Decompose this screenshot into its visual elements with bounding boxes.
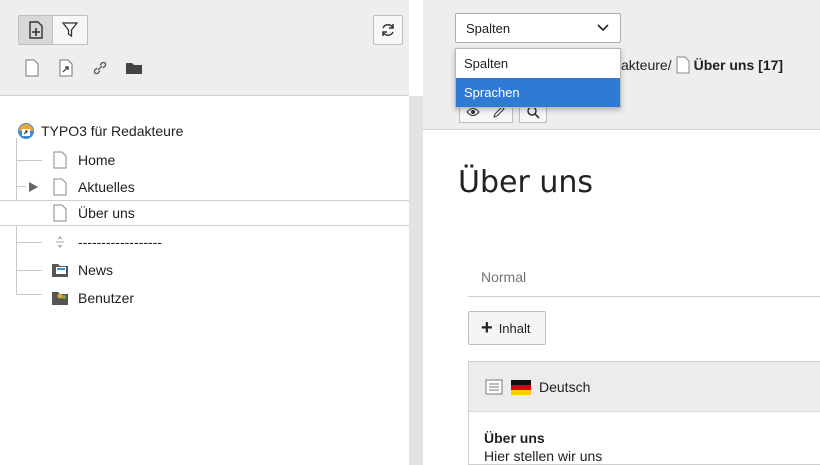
page-tree-toolbar [0,0,409,96]
breadcrumb-current: Über uns [17] [693,57,784,73]
breadcrumb-path[interactable]: akteure/ [621,57,672,73]
column-label: Normal [481,269,527,285]
page-module-panel: Spalten akteure/ Über uns [17] Spalten S… [423,0,820,465]
tree-root[interactable]: TYPO3 für Redakteure [0,118,409,144]
tree-item-benutzer[interactable]: Benutzer [0,285,409,311]
tree-item-label: Home [78,152,116,168]
view-option-sprachen[interactable]: Sprachen [456,78,620,107]
tree-item-label: Über uns [78,205,135,221]
refresh-icon [382,24,394,36]
tree-item-ueber-uns[interactable]: Über uns [0,200,409,226]
folder-icon[interactable] [124,58,144,78]
add-content-label: Inhalt [498,320,531,336]
site-root-icon [18,123,34,139]
tree-item-home[interactable]: Home [0,147,409,173]
tree-toolbar-button-group [18,15,88,45]
content-element-header: Deutsch [469,362,820,412]
page-title: Über uns [458,165,593,200]
add-content-button[interactable]: + Inhalt [468,311,546,345]
page-icon [676,56,690,74]
tree-item-news[interactable]: News [0,257,409,283]
content-element-body[interactable]: Über uns Hier stellen wir uns [469,412,820,464]
view-mode-select-value: Spalten [466,20,511,36]
view-option-spalten[interactable]: Spalten [456,49,620,78]
text-element-icon [485,379,503,394]
tree-root-label: TYPO3 für Redakteure [41,123,184,139]
tree-item-label: Benutzer [78,290,135,306]
content-title: Über uns [484,430,545,446]
page-type-icons [22,58,144,78]
page-icon [53,151,67,169]
language-label: Deutsch [539,378,591,395]
new-page-button[interactable] [19,16,54,44]
tree-item-label: News [78,262,114,278]
shortcut-page-icon[interactable] [56,58,76,78]
tree-item-label: ------------------ [78,234,162,250]
user-folder-icon [52,292,68,305]
column-divider [468,296,820,297]
link-icon[interactable] [90,58,110,78]
page-tree-panel: TYPO3 für Redakteure Home Aktuelles Über… [0,0,409,465]
filter-icon [62,22,78,38]
german-flag-icon [511,379,531,395]
tree-item-spacer[interactable]: ------------------ [0,229,409,255]
new-page-icon [28,21,43,39]
chevron-down-icon [597,24,609,32]
refresh-tree-button[interactable] [373,15,403,45]
news-folder-icon [52,264,68,277]
expand-arrow-icon[interactable] [28,181,40,193]
standard-page-icon[interactable] [22,58,42,78]
page-icon [53,204,67,222]
content-element: Deutsch Über uns Hier stellen wir uns [468,361,820,465]
plus-icon: + [481,317,493,339]
breadcrumb: akteure/ Über uns [17] [621,56,783,74]
view-mode-select[interactable]: Spalten [455,13,621,43]
panel-resize-handle[interactable] [409,96,423,465]
view-mode-dropdown: Spalten Sprachen [455,48,621,108]
filter-button[interactable] [53,16,87,44]
spacer-icon [56,236,64,248]
page-tree: TYPO3 für Redakteure Home Aktuelles Über… [0,96,409,465]
tree-item-aktuelles[interactable]: Aktuelles [0,174,409,200]
tree-item-label: Aktuelles [78,179,135,195]
content-text: Hier stellen wir uns [484,448,603,464]
page-icon [53,178,67,196]
